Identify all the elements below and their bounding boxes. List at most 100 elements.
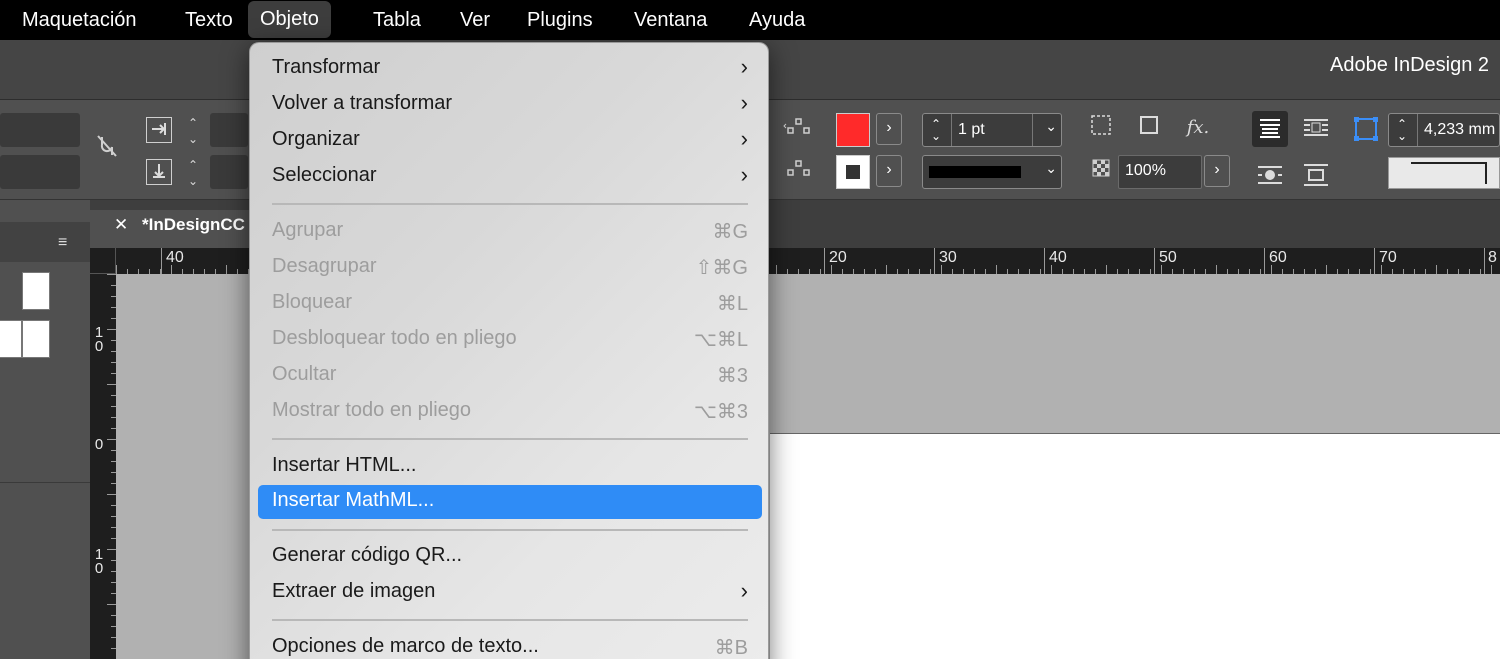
- stroke-type-control[interactable]: ⌄: [922, 155, 1062, 189]
- ruler-tick: [1044, 248, 1045, 274]
- menu-item-label: Agrupar: [272, 219, 344, 241]
- opacity-chevron-button[interactable]: ›: [1204, 155, 1230, 187]
- ruler-minor-tick: [1381, 265, 1382, 274]
- menu-item-label: Desagrupar: [272, 255, 377, 277]
- menu-ayuda[interactable]: Ayuda: [749, 0, 805, 40]
- text-wrap-option-icon[interactable]: [1298, 111, 1334, 147]
- ruler-minor-tick: [1051, 265, 1052, 274]
- menu-item-mostrar-todo[interactable]: Mostrar todo en pliego ⌥⌘3: [258, 395, 762, 429]
- menu-item-opciones-marco-texto[interactable]: Opciones de marco de texto... ⌘B: [258, 631, 762, 659]
- ruler-minor-tick: [171, 265, 172, 274]
- menu-item-label: Transformar: [272, 56, 381, 78]
- menu-item-extraer-de-imagen[interactable]: Extraer de imagen ›: [258, 576, 762, 610]
- text-wrap-selected-button[interactable]: [1252, 111, 1288, 147]
- submenu-chevron-icon: ›: [740, 90, 748, 115]
- height-field[interactable]: [210, 155, 248, 189]
- menu-item-desagrupar[interactable]: Desagrupar ⇧⌘G: [258, 251, 762, 285]
- submenu-chevron-icon: ›: [740, 578, 748, 603]
- select-content-icon[interactable]: [782, 157, 814, 187]
- corner-shape-field[interactable]: [1388, 157, 1500, 189]
- page-thumbnail[interactable]: [0, 320, 22, 358]
- menu-item-desbloquear-todo[interactable]: Desbloquear todo en pliego ⌥⌘L: [258, 323, 762, 357]
- wrap-center-icon[interactable]: [1252, 157, 1288, 193]
- stroke-weight-down-icon[interactable]: ⌄: [927, 130, 945, 142]
- app-title: Adobe InDesign 2: [1330, 54, 1490, 76]
- width-field[interactable]: [210, 113, 248, 147]
- menu-texto[interactable]: Texto: [185, 0, 233, 40]
- menu-item-shortcut: ⌘B: [714, 637, 748, 659]
- menu-item-generar-codigo-qr[interactable]: Generar código QR...: [258, 540, 762, 574]
- submenu-chevron-icon: ›: [740, 162, 748, 187]
- page-thumbnail[interactable]: [22, 272, 50, 310]
- ruler-tick: [1374, 248, 1375, 274]
- width-stepper-down-icon[interactable]: ⌄: [184, 133, 202, 145]
- ruler-minor-tick: [831, 265, 832, 274]
- menu-item-seleccionar[interactable]: Seleccionar ›: [258, 160, 762, 194]
- menu-item-label: Generar código QR...: [272, 544, 463, 566]
- wrap-jump-icon[interactable]: [1298, 157, 1334, 193]
- menu-item-shortcut: ⌘3: [716, 365, 748, 387]
- stroke-weight-dropdown-icon[interactable]: ⌄: [1045, 118, 1057, 135]
- ruler-minor-tick: [107, 329, 116, 330]
- stroke-chevron-button[interactable]: ›: [876, 155, 902, 187]
- reference-point-icon[interactable]: [1352, 115, 1380, 143]
- dimension-input[interactable]: 4,233 mm: [1417, 114, 1500, 146]
- document-tab[interactable]: ✕ *InDesignCC: [90, 210, 260, 248]
- constrain-link-icon[interactable]: [92, 133, 122, 163]
- fill-swatch[interactable]: [836, 113, 870, 147]
- menu-item-insertar-mathml[interactable]: Insertar MathML...: [258, 485, 762, 519]
- stroke-weight-input[interactable]: 1 pt: [951, 114, 1033, 146]
- menu-item-volver-a-transformar[interactable]: Volver a transformar ›: [258, 88, 762, 122]
- opacity-icon: [1086, 157, 1116, 187]
- menu-item-ocultar[interactable]: Ocultar ⌘3: [258, 359, 762, 393]
- dimension-control[interactable]: ⌃ ⌄ 4,233 mm: [1388, 113, 1500, 147]
- menu-item-agrupar[interactable]: Agrupar ⌘G: [258, 215, 762, 249]
- menu-ventana[interactable]: Ventana: [634, 0, 707, 40]
- stroke-weight-control[interactable]: ⌃ ⌄ 1 pt ⌄: [922, 113, 1062, 147]
- ruler-minor-tick: [776, 265, 777, 274]
- stroke-swatch[interactable]: [836, 155, 870, 189]
- opacity-input[interactable]: 100%: [1118, 155, 1202, 189]
- menu-maquetacion[interactable]: Maquetación: [22, 0, 137, 40]
- menu-tabla[interactable]: Tabla: [373, 0, 421, 40]
- fill-chevron-button[interactable]: ›: [876, 113, 902, 145]
- height-stepper-up-icon[interactable]: ⌃: [184, 159, 202, 171]
- submenu-chevron-icon: ›: [740, 54, 748, 79]
- menu-item-shortcut: ⌥⌘3: [693, 401, 748, 423]
- ruler-tick: [934, 248, 935, 274]
- menu-item-shortcut: ⌘G: [712, 221, 748, 243]
- menu-item-label: Opciones de marco de texto...: [272, 635, 539, 657]
- menu-item-bloquear[interactable]: Bloquear ⌘L: [258, 287, 762, 321]
- width-stepper-up-icon[interactable]: ⌃: [184, 117, 202, 129]
- menu-plugins[interactable]: Plugins: [527, 0, 593, 40]
- ruler-minor-tick: [941, 265, 942, 274]
- stroke-type-dropdown-icon[interactable]: ⌄: [1045, 160, 1057, 177]
- page-thumbnail[interactable]: [22, 320, 50, 358]
- ruler-tick: [824, 248, 825, 274]
- menu-item-label: Desbloquear todo en pliego: [272, 327, 517, 349]
- height-stepper-down-icon[interactable]: ⌄: [184, 175, 202, 187]
- document-page[interactable]: [770, 433, 1500, 659]
- panel-menu-icon[interactable]: ≡: [58, 234, 67, 252]
- dimension-down-icon[interactable]: ⌄: [1393, 130, 1411, 142]
- menu-item-insertar-html[interactable]: Insertar HTML...: [258, 450, 762, 484]
- frame-icon[interactable]: [1134, 113, 1164, 143]
- menu-item-transformar[interactable]: Transformar ›: [258, 52, 762, 86]
- ruler-label: 40: [166, 249, 184, 266]
- menu-objeto[interactable]: Objeto: [248, 1, 331, 38]
- x-position-field[interactable]: [0, 113, 80, 147]
- y-position-field[interactable]: [0, 155, 80, 189]
- menu-ver[interactable]: Ver: [460, 0, 490, 40]
- menu-separator: [272, 619, 748, 621]
- pages-panel-header: [0, 222, 90, 262]
- select-container-icon[interactable]: [782, 115, 814, 145]
- frame-fitting-icon[interactable]: [1086, 113, 1116, 143]
- menu-separator: [272, 529, 748, 531]
- menu-item-organizar[interactable]: Organizar ›: [258, 124, 762, 158]
- ruler-origin[interactable]: [90, 248, 116, 274]
- menu-item-shortcut: ⌘L: [716, 293, 748, 315]
- menu-item-label: Insertar HTML...: [272, 454, 417, 476]
- close-tab-icon[interactable]: ✕: [114, 210, 128, 240]
- menu-separator: [272, 438, 748, 440]
- effects-fx-icon[interactable]: fx.: [1182, 113, 1214, 143]
